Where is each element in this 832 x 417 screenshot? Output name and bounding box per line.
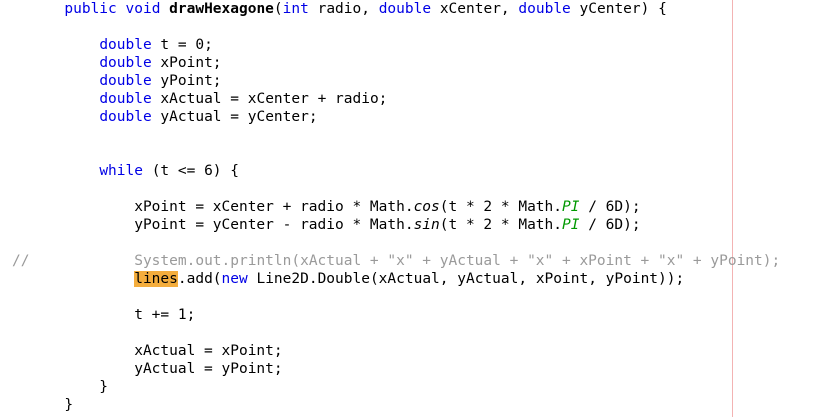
code-token: double — [518, 1, 571, 17]
code-line[interactable]: yPoint = yCenter - radio * Math.sin(t * … — [12, 216, 641, 234]
code-token: radio, — [308, 1, 379, 17]
code-line[interactable]: public void drawHexagone(int radio, doub… — [12, 0, 667, 18]
code-token: t = 0; — [151, 37, 213, 53]
code-token: .add( — [177, 271, 222, 287]
code-token: xCenter, — [431, 1, 519, 17]
code-token: double — [99, 73, 152, 89]
code-token: xActual = xCenter + radio; — [151, 91, 388, 107]
code-token: new — [221, 271, 248, 287]
code-line[interactable]: } — [12, 396, 73, 414]
code-token: (t * 2 * Math. — [439, 217, 562, 233]
code-token: yActual = yPoint; — [12, 361, 283, 377]
code-line[interactable]: lines.add(new Line2D.Double(xActual, yAc… — [12, 270, 684, 288]
code-token: xPoint = xCenter + radio * Math. — [12, 199, 414, 215]
code-token: (t <= 6) { — [142, 163, 239, 179]
code-line[interactable]: yActual = yPoint; — [12, 360, 283, 378]
code-token: } — [12, 397, 74, 413]
code-token: / 6D); — [579, 199, 641, 215]
code-line[interactable]: xActual = xPoint; — [12, 342, 283, 360]
code-line[interactable]: } — [12, 378, 108, 396]
code-token: } — [12, 379, 109, 395]
code-token: PI — [562, 217, 580, 233]
code-token: int — [282, 1, 309, 17]
code-token: cos — [413, 199, 440, 215]
right-margin-guide — [732, 0, 733, 417]
code-token: yPoint = yCenter - radio * Math. — [12, 217, 414, 233]
code-token: PI — [562, 199, 580, 215]
code-token: drawHexagone — [169, 1, 274, 17]
code-token: / 6D); — [579, 217, 641, 233]
code-token: double — [99, 91, 152, 107]
code-token: t += 1; — [12, 307, 196, 323]
code-token: double — [99, 37, 152, 53]
code-token: public void — [64, 1, 161, 17]
code-token: // — [12, 253, 30, 269]
code-editor[interactable]: public void drawHexagone(int radio, doub… — [0, 0, 832, 417]
code-token: double — [378, 1, 432, 17]
code-token: xPoint; — [151, 55, 222, 71]
code-token: yCenter) { — [570, 1, 667, 17]
code-line[interactable]: t += 1; — [12, 306, 195, 324]
code-token: xActual = xPoint; — [12, 343, 283, 359]
code-token: double — [99, 109, 152, 125]
code-line[interactable]: double yActual = yCenter; — [12, 108, 318, 126]
code-line[interactable]: double t = 0; — [12, 36, 213, 54]
code-token: double — [99, 55, 152, 71]
code-token: sin — [413, 217, 440, 233]
code-token: ( — [273, 1, 283, 17]
code-token: System.out.println(xActual + "x" + yActu… — [29, 253, 781, 269]
code-line[interactable]: double yPoint; — [12, 72, 222, 90]
code-line[interactable]: while (t <= 6) { — [12, 162, 239, 180]
code-token: Line2D.Double(xActual, yActual, xPoint, … — [247, 271, 685, 287]
code-line[interactable]: double xPoint; — [12, 54, 222, 72]
code-token: yActual = yCenter; — [151, 109, 318, 125]
code-line[interactable]: double xActual = xCenter + radio; — [12, 90, 387, 108]
highlighted-token: lines — [134, 271, 178, 287]
code-line[interactable]: xPoint = xCenter + radio * Math.cos(t * … — [12, 198, 641, 216]
code-line[interactable]: // System.out.println(xActual + "x" + yA… — [12, 252, 780, 270]
code-token: while — [99, 163, 143, 179]
code-token: (t * 2 * Math. — [439, 199, 562, 215]
code-token: yPoint; — [151, 73, 222, 89]
